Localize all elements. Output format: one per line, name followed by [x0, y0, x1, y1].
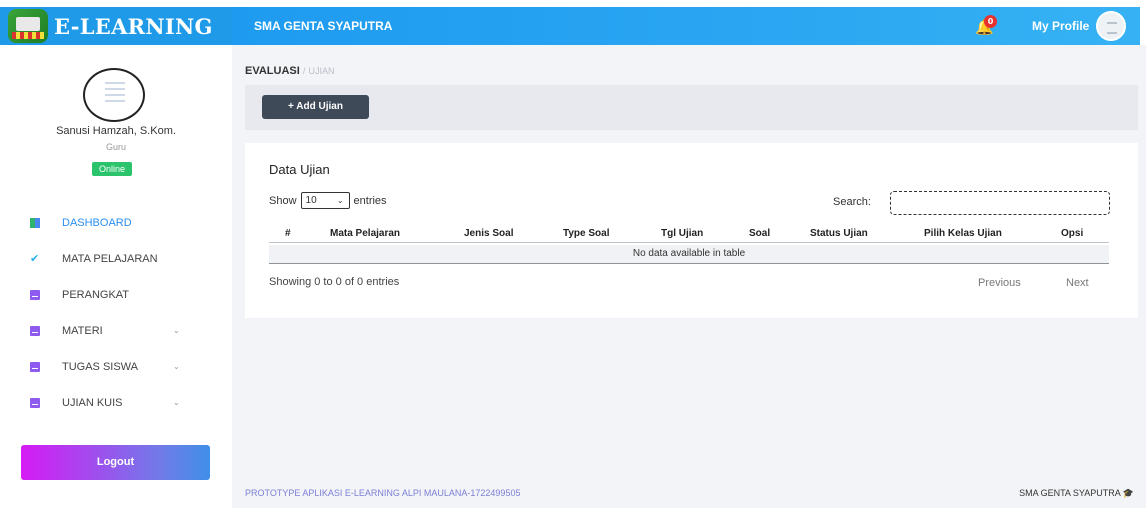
dashboard-icon — [30, 218, 40, 228]
action-bar: + Add Ujian — [245, 85, 1138, 130]
sidebar-item-label: PERANGKAT — [62, 289, 130, 301]
document-icon — [30, 362, 40, 372]
chevron-down-icon: ⌄ — [173, 326, 180, 335]
document-icon — [30, 290, 40, 300]
school-logo-icon — [8, 9, 48, 43]
profile-avatar[interactable] — [1096, 11, 1126, 41]
column-header[interactable]: Status Ujian — [810, 228, 868, 239]
check-icon: ✔ — [30, 252, 40, 265]
sidebar-item-label: UJIAN KUIS — [62, 397, 123, 409]
breadcrumb-section: EVALUASI — [245, 65, 300, 77]
sidebar-item-dashboard[interactable]: DASHBOARD — [0, 205, 232, 241]
notification-badge: 0 — [984, 15, 997, 28]
document-icon — [30, 326, 40, 336]
app-root: E-LEARNING SMA GENTA SYAPUTRA 🔔 0 My Pro… — [0, 0, 1146, 508]
my-profile-link[interactable]: My Profile — [1032, 19, 1089, 33]
sidebar-item-tugas-siswa[interactable]: TUGAS SISWA ⌄ — [0, 349, 232, 385]
user-role: Guru — [105, 142, 126, 152]
column-header[interactable]: # — [285, 228, 291, 239]
status-badge: Online — [92, 162, 132, 176]
sidebar-item-ujian-kuis[interactable]: UJIAN KUIS ⌄ — [0, 385, 232, 421]
graduation-cap-icon: 🎓 — [1122, 488, 1134, 498]
column-header[interactable]: Opsi — [1061, 228, 1083, 239]
school-name: SMA GENTA SYAPUTRA — [254, 19, 393, 33]
table-info: Showing 0 to 0 of 0 entries — [269, 276, 400, 288]
breadcrumb-page: UJIAN — [308, 66, 335, 76]
column-header[interactable]: Tgl Ujian — [661, 228, 703, 239]
footer-school-name: SMA GENTA SYAPUTRA — [1019, 488, 1121, 498]
column-header[interactable]: Pilih Kelas Ujian — [924, 228, 1002, 239]
footer-credit: PROTOTYPE APLIKASI E-LEARNING ALPI MAULA… — [245, 488, 521, 498]
chevron-down-icon: ⌄ — [173, 398, 180, 407]
card-title: Data Ujian — [269, 162, 330, 177]
entries-select-value: 10 — [305, 195, 317, 206]
table-header: # Mata Pelajaran Jenis Soal Type Soal Tg… — [269, 223, 1109, 243]
entries-label: entries — [353, 194, 387, 207]
previous-page-button[interactable]: Previous — [978, 277, 1021, 289]
sidebar: Sanusi Hamzah, S.Kom. Guru Online DASHBO… — [0, 45, 232, 508]
column-header[interactable]: Type Soal — [563, 228, 610, 239]
logout-button[interactable]: Logout — [21, 445, 210, 480]
brand[interactable]: E-LEARNING — [0, 7, 232, 45]
footer: PROTOTYPE APLIKASI E-LEARNING ALPI MAULA… — [232, 480, 1146, 508]
breadcrumb: EVALUASI / UJIAN — [245, 65, 334, 77]
sidebar-item-perangkat[interactable]: PERANGKAT — [0, 277, 232, 313]
sidebar-item-label: TUGAS SISWA — [62, 361, 138, 373]
search-input[interactable] — [890, 191, 1110, 215]
sidebar-item-mata-pelajaran[interactable]: ✔ MATA PELAJARAN — [0, 241, 232, 277]
user-avatar — [83, 68, 145, 122]
entries-select[interactable]: 10 ⌄ — [300, 192, 350, 209]
footer-school: SMA GENTA SYAPUTRA 🎓 — [1019, 488, 1134, 499]
search-label: Search: — [833, 196, 871, 208]
top-bar: E-LEARNING SMA GENTA SYAPUTRA 🔔 0 My Pro… — [0, 7, 1140, 45]
next-page-button[interactable]: Next — [1066, 277, 1089, 289]
column-header[interactable]: Jenis Soal — [464, 228, 513, 239]
notification-button[interactable]: 🔔 0 — [975, 14, 999, 38]
top-nav: SMA GENTA SYAPUTRA 🔔 0 My Profile — [232, 7, 1140, 45]
column-header[interactable]: Soal — [749, 228, 770, 239]
add-ujian-button[interactable]: + Add Ujian — [262, 95, 369, 119]
main-content: EVALUASI / UJIAN + Add Ujian Data Ujian … — [232, 45, 1146, 508]
sidebar-item-label: MATA PELAJARAN — [62, 253, 158, 265]
brand-title: E-LEARNING — [54, 13, 213, 39]
empty-table-row: No data available in table — [269, 245, 1109, 264]
user-name: Sanusi Hamzah, S.Kom. — [56, 125, 176, 137]
data-ujian-card: Data Ujian Show 10 ⌄ entries Search: # M… — [245, 143, 1138, 318]
column-header[interactable]: Mata Pelajaran — [330, 228, 400, 239]
document-icon — [30, 398, 40, 408]
entries-length-control: Show 10 ⌄ entries — [269, 192, 387, 209]
sidebar-item-label: DASHBOARD — [62, 217, 132, 229]
document-icon — [105, 82, 125, 108]
sidebar-item-label: MATERI — [62, 325, 103, 337]
show-label: Show — [269, 194, 297, 207]
sidebar-item-materi[interactable]: MATERI ⌄ — [0, 313, 232, 349]
breadcrumb-separator: / — [302, 66, 306, 76]
sidebar-menu: DASHBOARD ✔ MATA PELAJARAN PERANGKAT MAT… — [0, 205, 232, 421]
chevron-down-icon: ⌄ — [173, 362, 180, 371]
chevron-down-icon: ⌄ — [336, 196, 344, 205]
